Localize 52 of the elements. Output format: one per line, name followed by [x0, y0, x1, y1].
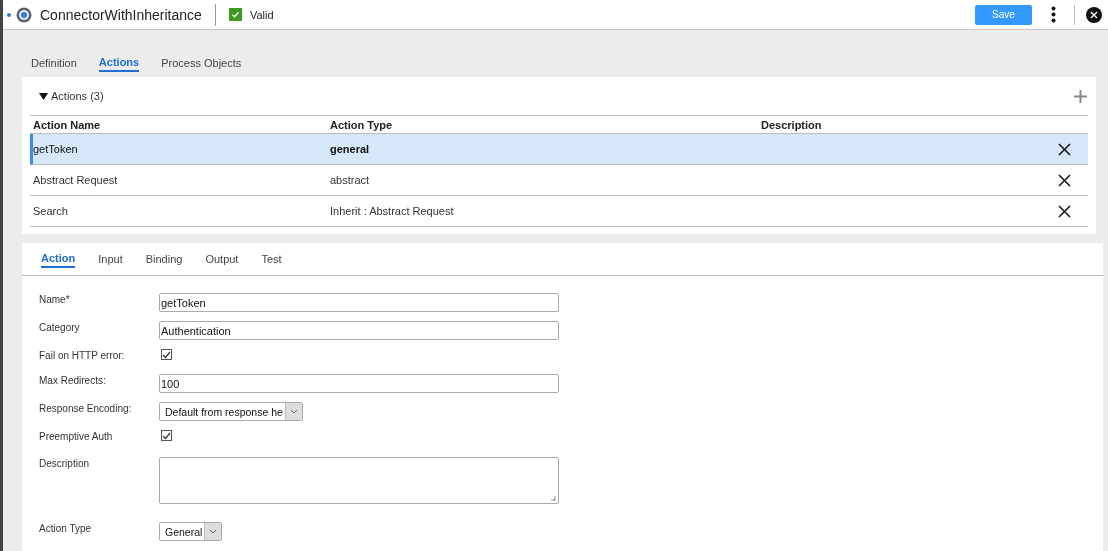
chevron-down-icon	[289, 409, 298, 414]
table-cell-text: Abstract Request	[33, 174, 119, 186]
field-label: Category	[39, 321, 81, 333]
connector-icon	[16, 6, 32, 23]
checkbox[interactable]	[161, 349, 172, 360]
field-label: Action Type	[39, 522, 93, 534]
tab[interactable]: Actions	[98, 55, 140, 72]
actions-section-toggle[interactable]: Actions (3)	[30, 90, 104, 102]
chevron-down-icon	[209, 529, 218, 534]
field-label: Description	[39, 457, 91, 469]
field-label: Name*	[39, 293, 71, 305]
checkbox[interactable]	[161, 430, 172, 441]
delete-icon[interactable]	[1058, 204, 1071, 218]
resize-grip-icon	[550, 495, 556, 501]
dropdown[interactable]: General	[159, 522, 223, 541]
table-row[interactable]: getToken general	[30, 134, 1088, 165]
section-heading: Actions (3)	[51, 90, 104, 102]
table-cell-text: Inherit : Abstract Request	[330, 205, 455, 217]
table-cell-text: getToken	[33, 143, 79, 155]
field-label: Fail on HTTP error:	[39, 349, 126, 361]
validation-status: Valid	[249, 8, 274, 21]
table-row[interactable]: Search Inherit : Abstract Request	[30, 196, 1088, 227]
column-header: Description	[761, 118, 823, 131]
unsaved-dot-icon	[7, 12, 11, 17]
text-field[interactable]: getToken	[159, 293, 559, 312]
tab[interactable]: Action	[41, 250, 76, 268]
tab[interactable]: Output	[205, 251, 239, 267]
table-cell-text: Search	[33, 205, 69, 217]
add-icon[interactable]	[1073, 88, 1088, 104]
close-icon[interactable]	[1086, 6, 1102, 23]
column-header: Action Name	[33, 118, 102, 131]
caret-down-icon	[39, 92, 48, 100]
column-header: Action Type	[330, 118, 394, 131]
description-field[interactable]	[159, 457, 559, 504]
text-field[interactable]: 100	[159, 374, 559, 393]
field-label: Response Encoding:	[39, 402, 133, 414]
dropdown[interactable]: Default from response he	[159, 402, 303, 421]
field-label: Max Redirects:	[39, 374, 107, 386]
tab[interactable]: Test	[261, 251, 282, 267]
delete-icon[interactable]	[1058, 173, 1071, 187]
delete-icon[interactable]	[1058, 142, 1071, 156]
text-field[interactable]: Authentication	[159, 321, 559, 340]
tab[interactable]: Binding	[145, 251, 183, 267]
more-menu-icon[interactable]	[1051, 6, 1056, 23]
field-label: Preemptive Auth	[39, 430, 114, 442]
table-cell-text: general	[330, 143, 371, 155]
table-cell-text: abstract	[330, 174, 371, 186]
tab[interactable]: Input	[98, 251, 123, 267]
table-row[interactable]: Abstract Request abstract	[30, 165, 1088, 196]
tab[interactable]: Definition	[31, 55, 77, 72]
tab[interactable]: Process Objects	[161, 55, 242, 72]
connector-title: ConnectorWithInheritance	[40, 6, 202, 23]
